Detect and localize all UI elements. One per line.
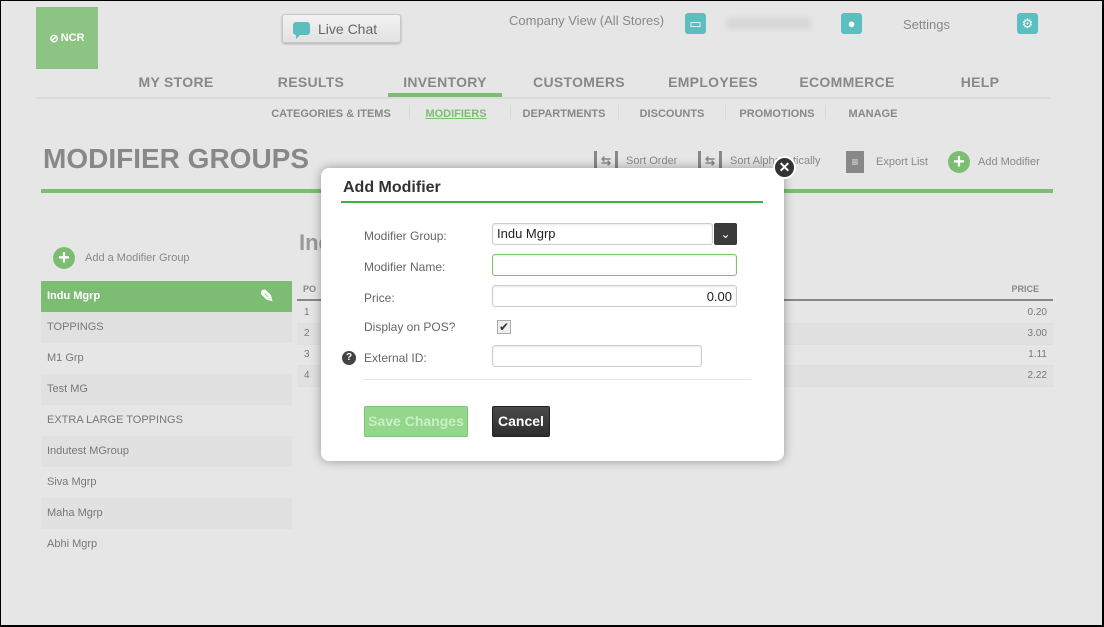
subnav-separator (408, 105, 410, 119)
pencil-icon[interactable]: ✎ (260, 281, 274, 312)
group-name: M1 Grp (47, 352, 84, 364)
cancel-button[interactable]: Cancel (492, 406, 550, 437)
cell-price: 3.00 (1027, 328, 1047, 339)
chat-bubble-icon (293, 22, 310, 39)
subnav-categories-items[interactable]: CATEGORIES & ITEMS (271, 108, 391, 120)
group-name: EXTRA LARGE TOPPINGS (47, 414, 183, 426)
export-list-button[interactable]: ≡ Export List (846, 151, 928, 173)
nav-divider (36, 97, 1051, 99)
user-name-blurred (726, 18, 811, 29)
nav-my-store[interactable]: MY STORE (138, 74, 213, 90)
cell-price: 0.20 (1027, 307, 1047, 318)
nav-results[interactable]: RESULTS (278, 74, 344, 90)
nav-ecommerce[interactable]: ECOMMERCE (799, 74, 894, 90)
nav-customers[interactable]: CUSTOMERS (533, 74, 625, 90)
cell-pos: 1 (304, 307, 310, 318)
external-id-input[interactable] (492, 345, 702, 367)
display-on-pos-checkbox[interactable]: ✔ (497, 320, 511, 334)
group-name: Indutest MGroup (47, 445, 129, 457)
help-icon[interactable]: ? (342, 351, 356, 365)
modifier-group-item[interactable]: Abhi Mgrp (41, 529, 292, 560)
page-title: MODIFIER GROUPS (43, 143, 310, 174)
save-changes-button[interactable]: Save Changes (364, 406, 468, 437)
user-icon[interactable]: ● (841, 13, 862, 34)
modifier-group-item[interactable]: M1 Grp (41, 343, 292, 374)
subnav-separator (510, 105, 511, 119)
store-icon[interactable]: ▭ (685, 13, 706, 34)
active-nav-underline (388, 93, 502, 97)
display-on-pos-label: Display on POS? (364, 320, 456, 334)
cell-price: 1.11 (1028, 349, 1047, 360)
close-icon[interactable]: ✕ (773, 156, 796, 179)
nav-inventory[interactable]: INVENTORY (403, 74, 487, 90)
gear-icon[interactable]: ⚙ (1017, 13, 1038, 34)
subnav-separator (618, 105, 619, 119)
add-modifier-group-button[interactable]: + Add a Modifier Group (53, 247, 190, 269)
ncr-logo[interactable]: ⊘ NCR (36, 7, 98, 69)
plus-icon: + (53, 247, 75, 269)
add-modifier-dialog: Add Modifier Modifier Group: Indu Mgrp ⌄… (321, 156, 796, 461)
dialog-title-underline (341, 201, 763, 203)
subnav-departments[interactable]: DEPARTMENTS (523, 108, 606, 120)
modifier-name-label: Modifier Name: (364, 260, 446, 274)
dialog-title: Add Modifier (343, 179, 441, 196)
modifier-group-item[interactable]: Siva Mgrp (41, 467, 292, 498)
nav-employees[interactable]: EMPLOYEES (668, 74, 758, 90)
modifier-name-input[interactable] (492, 254, 737, 276)
company-view-link[interactable]: Company View (All Stores) (509, 13, 664, 28)
group-name: Abhi Mgrp (47, 538, 98, 550)
cell-pos: 2 (304, 328, 310, 339)
external-id-label: External ID: (364, 351, 427, 365)
subnav-modifiers[interactable]: MODIFIERS (425, 108, 486, 120)
nav-help[interactable]: HELP (961, 74, 1000, 90)
price-label: Price: (364, 291, 395, 305)
group-name: Indu Mgrp (47, 290, 101, 302)
modifier-group-item[interactable]: TOPPINGS (41, 312, 292, 343)
subnav-manage[interactable]: MANAGE (849, 108, 898, 120)
modifier-group-item[interactable]: Test MG (41, 374, 292, 405)
logo-icon: ⊘ (49, 32, 59, 45)
cell-price: 2.22 (1027, 370, 1047, 381)
subnav-promotions[interactable]: PROMOTIONS (739, 108, 814, 120)
document-icon: ≡ (846, 151, 864, 173)
modifier-group-label: Modifier Group: (364, 229, 447, 243)
modifier-group-item[interactable]: Maha Mgrp (41, 498, 292, 529)
live-chat-button[interactable]: Live Chat (282, 14, 401, 43)
group-name: Test MG (47, 383, 88, 395)
group-name: TOPPINGS (47, 321, 104, 333)
add-modifier-button[interactable]: + Add Modifier (948, 151, 1040, 173)
subnav-discounts[interactable]: DISCOUNTS (640, 108, 705, 120)
cell-pos: 3 (304, 349, 310, 360)
modifier-group-item[interactable]: EXTRA LARGE TOPPINGS (41, 405, 292, 436)
price-input[interactable] (492, 285, 737, 307)
settings-link[interactable]: Settings (903, 17, 950, 32)
modifier-group-select[interactable]: Indu Mgrp (492, 223, 713, 245)
group-name: Maha Mgrp (47, 507, 103, 519)
chevron-down-icon[interactable]: ⌄ (714, 223, 737, 245)
subnav-separator (724, 105, 726, 119)
cell-pos: 4 (304, 370, 310, 381)
group-name: Siva Mgrp (47, 476, 97, 488)
modifier-group-item[interactable]: Indutest MGroup (41, 436, 292, 467)
page: ⊘ NCR Live Chat Company View (All Stores)… (1, 1, 1102, 625)
subnav-separator (825, 105, 826, 119)
plus-icon: + (948, 151, 970, 173)
dialog-divider (363, 379, 751, 380)
modifier-group-item[interactable]: Indu Mgrp ✎ (41, 281, 292, 312)
